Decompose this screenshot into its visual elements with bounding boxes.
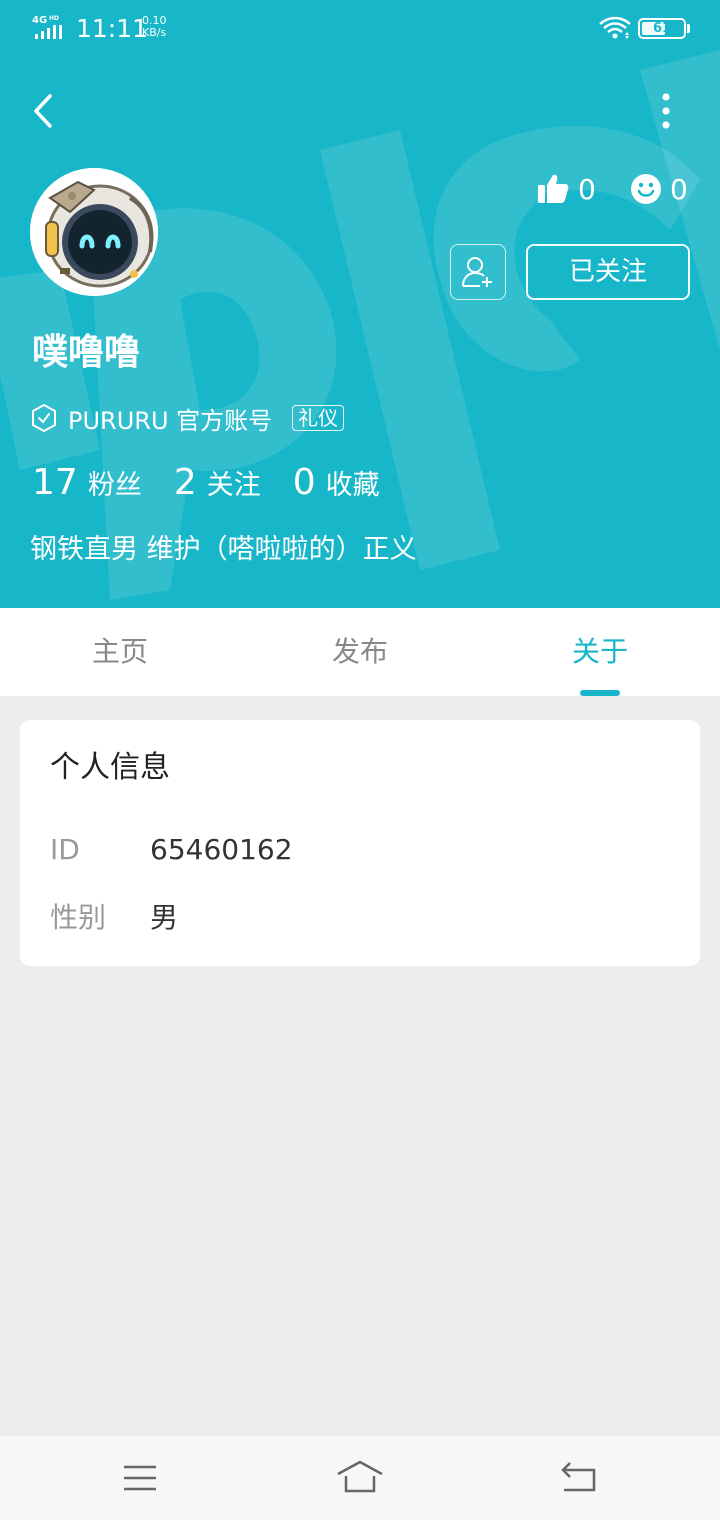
followers-count[interactable]: 17 粉丝 [32, 462, 142, 503]
home-icon [337, 1460, 383, 1493]
verified-shield-icon [32, 403, 56, 433]
clock: 11:11 [76, 14, 149, 43]
following-count[interactable]: 2 关注 [174, 462, 261, 503]
menu-button[interactable] [110, 1458, 170, 1498]
count-label: 收藏 [325, 470, 380, 501]
count-value: 2 [173, 462, 197, 503]
battery-cap [687, 24, 690, 33]
id-value: 65460162 [150, 833, 293, 866]
more-vertical-icon [662, 93, 670, 129]
home-button[interactable] [330, 1458, 390, 1498]
system-navigation-bar [0, 1436, 720, 1520]
add-user-icon [462, 257, 492, 287]
follow-button[interactable]: 已关注 [526, 244, 690, 300]
svg-text:HD: HD [49, 15, 59, 22]
profile-tabs: 主页 发布 关于 [0, 608, 720, 696]
profile-header: 4G HD 11:11 0.10 KB/s 61 0 0 已关注 噗噜噜 PUR… [0, 0, 720, 608]
profile-bio: 钢铁直男 维护（嗒啦啦的）正义 [30, 534, 417, 565]
count-value: 0 [292, 462, 316, 503]
thumbs-up-icon [538, 174, 569, 203]
tab-home[interactable]: 主页 [0, 608, 240, 696]
card-title: 个人信息 [50, 750, 170, 785]
official-account-row: PURURU 官方账号 礼仪 [30, 400, 345, 436]
more-options-button[interactable] [646, 88, 686, 134]
avatar[interactable] [30, 168, 158, 296]
return-icon [561, 1462, 596, 1492]
wifi-icon [599, 16, 631, 39]
status-bar: 4G HD 11:11 0.10 KB/s 61 [0, 0, 720, 56]
profile-name: 噗噜噜 [32, 332, 141, 373]
likes-stat[interactable]: 0 [536, 170, 596, 208]
tab-posts[interactable]: 发布 [240, 608, 480, 696]
count-value: 17 [32, 462, 78, 503]
speed-unit: KB/s [142, 26, 167, 39]
add-friend-button[interactable] [450, 244, 506, 300]
id-label: ID [50, 833, 80, 866]
battery-indicator: 61 [638, 18, 686, 39]
personal-info-card: 个人信息 ID 65460162 性别 男 [20, 720, 700, 966]
counts-row: 17 粉丝 2 关注 0 收藏 [32, 462, 412, 512]
back-button[interactable] [22, 88, 68, 134]
count-label: 粉丝 [87, 470, 142, 501]
battery-level: 61 [652, 21, 672, 36]
robot-avatar-image [30, 168, 158, 296]
smiley-icon [631, 174, 661, 204]
watermark-logo [0, 50, 720, 601]
gender-value: 男 [150, 901, 179, 934]
tab-about[interactable]: 关于 [480, 608, 720, 696]
active-tab-indicator [580, 690, 620, 696]
favorites-count[interactable]: 0 收藏 [293, 462, 380, 503]
count-label: 关注 [206, 470, 261, 501]
reactions-stat[interactable]: 0 [630, 170, 688, 208]
gender-label: 性别 [50, 901, 107, 934]
likes-count: 0 [578, 172, 596, 206]
network-speed: 0.10 KB/s [142, 15, 167, 39]
return-button[interactable] [550, 1458, 610, 1498]
official-account-label: PURURU 官方账号 [68, 406, 273, 435]
cellular-signal-icon: 4G HD [32, 15, 62, 39]
etiquette-badge: 礼仪 [292, 405, 345, 431]
menu-icon [124, 1465, 156, 1491]
chevron-left-icon [34, 94, 52, 128]
reactions-count: 0 [670, 172, 688, 206]
svg-text:4G: 4G [32, 15, 47, 26]
